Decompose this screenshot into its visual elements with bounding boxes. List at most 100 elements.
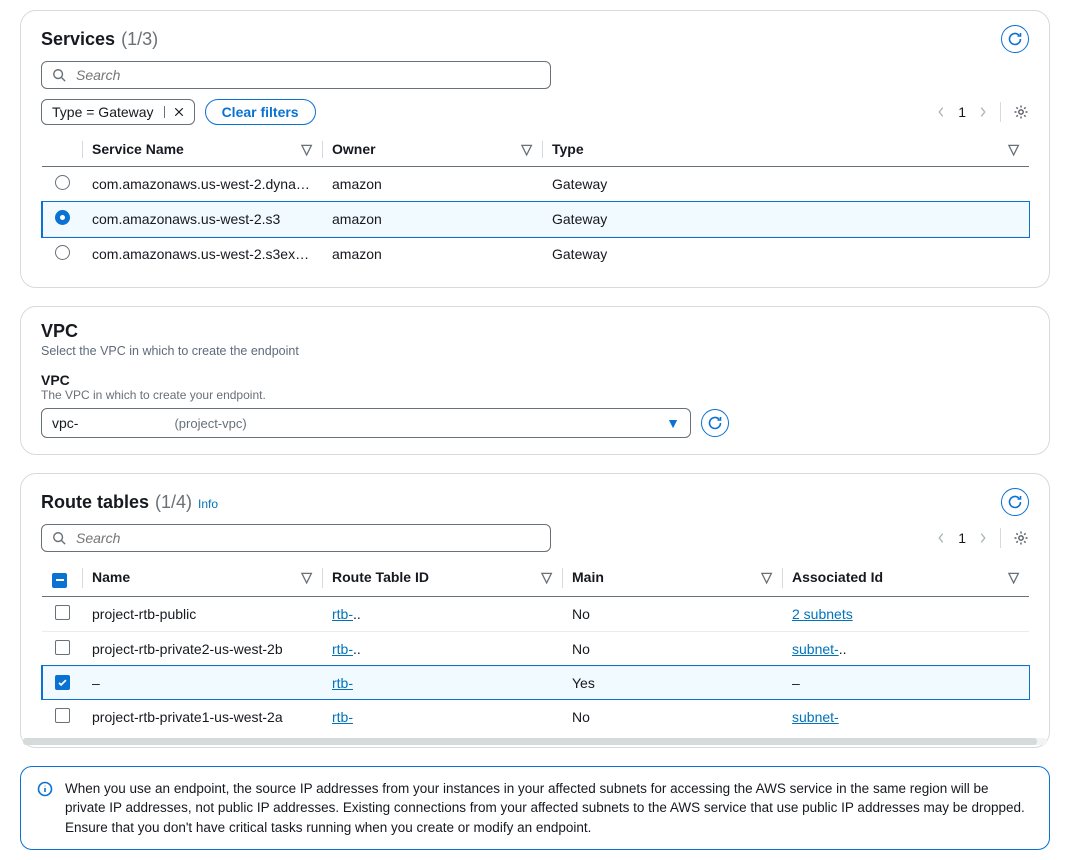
service-type-cell: Gateway xyxy=(542,237,1029,272)
service-radio[interactable] xyxy=(55,210,70,225)
route-tables-page-number: 1 xyxy=(958,530,966,546)
route-tables-col-assoc[interactable]: Associated Id▽ xyxy=(782,560,1029,596)
rt-assoc-cell: subnet- xyxy=(782,699,1029,734)
route-tables-col-main[interactable]: Main▽ xyxy=(562,560,782,596)
divider xyxy=(1000,528,1001,548)
rt-main-cell: No xyxy=(562,596,782,631)
clear-filters-button[interactable]: Clear filters xyxy=(205,99,316,125)
info-alert: When you use an endpoint, the source IP … xyxy=(20,766,1050,851)
vpc-field-label: VPC xyxy=(41,372,1029,388)
route-tables-count: (1/4) xyxy=(155,492,192,513)
vpc-refresh-button[interactable] xyxy=(701,409,729,437)
rt-main-cell: No xyxy=(562,631,782,666)
services-search[interactable] xyxy=(41,61,551,89)
service-owner-cell: amazon xyxy=(322,237,542,272)
service-radio[interactable] xyxy=(55,175,70,190)
caret-down-icon: ▼ xyxy=(666,415,680,431)
assoc-link[interactable]: subnet- xyxy=(792,709,839,725)
table-row[interactable]: project-rtb-private1-us-west-2artb-Nosub… xyxy=(42,699,1029,734)
table-row[interactable]: com.amazonaws.us-west-2.s3amazonGateway xyxy=(42,202,1029,237)
refresh-icon xyxy=(707,415,723,431)
rt-id-link[interactable]: rtb- xyxy=(332,675,353,691)
rt-id-link[interactable]: rtb- xyxy=(332,606,353,622)
horizontal-scrollbar[interactable] xyxy=(23,738,1047,745)
route-tables-prev-page[interactable] xyxy=(936,531,946,545)
route-tables-panel: Route tables (1/4) Info 1 xyxy=(20,473,1050,748)
route-tables-col-select[interactable] xyxy=(42,560,82,596)
select-all-checkbox[interactable] xyxy=(52,573,67,588)
services-next-page[interactable] xyxy=(978,105,988,119)
row-checkbox[interactable] xyxy=(55,640,70,655)
route-tables-col-name[interactable]: Name▽ xyxy=(82,560,322,596)
services-title: Services (1/3) xyxy=(41,29,158,50)
services-filter-token: Type = Gateway xyxy=(41,99,195,125)
refresh-icon xyxy=(1007,494,1023,510)
route-tables-title-text: Route tables xyxy=(41,492,149,513)
close-icon xyxy=(173,106,185,118)
table-row[interactable]: project-rtb-publicrtb-..No 2 subnets xyxy=(42,596,1029,631)
route-tables-search-input[interactable] xyxy=(74,529,540,547)
rt-id-cell: rtb-.. xyxy=(322,596,562,631)
vpc-title: VPC xyxy=(41,321,1029,342)
service-name-cell: com.amazonaws.us-west-2.dynamodb xyxy=(82,167,322,202)
rt-assoc-cell: subnet-.. xyxy=(782,631,1029,666)
chevron-left-icon xyxy=(936,531,946,545)
route-tables-refresh-button[interactable] xyxy=(1001,488,1029,516)
divider xyxy=(1000,102,1001,122)
services-col-type[interactable]: Type▽ xyxy=(542,133,1029,167)
rt-assoc-cell: 2 subnets xyxy=(782,596,1029,631)
services-table: Service Name▽ Owner▽ Type▽ com.amazonaws… xyxy=(41,133,1029,271)
vpc-selected-alias: (project-vpc) xyxy=(84,416,246,431)
table-row[interactable]: com.amazonaws.us-west-2.s3expressamazonG… xyxy=(42,237,1029,272)
chevron-left-icon xyxy=(936,105,946,119)
vpc-field-hint: The VPC in which to create your endpoint… xyxy=(41,388,1029,402)
rt-id-link[interactable]: rtb- xyxy=(332,641,353,657)
services-search-input[interactable] xyxy=(74,66,540,84)
search-icon xyxy=(52,531,66,545)
vpc-subtitle: Select the VPC in which to create the en… xyxy=(41,344,1029,358)
route-tables-table: Name▽ Route Table ID▽ Main▽ Associated I… xyxy=(41,560,1029,734)
services-refresh-button[interactable] xyxy=(1001,25,1029,53)
route-tables-search[interactable] xyxy=(41,524,551,552)
rt-name-cell: project-rtb-private2-us-west-2b xyxy=(82,631,322,666)
gear-icon xyxy=(1013,530,1029,546)
service-radio[interactable] xyxy=(55,245,70,260)
services-col-name[interactable]: Service Name▽ xyxy=(82,133,322,167)
route-tables-info-link[interactable]: Info xyxy=(198,497,218,511)
gear-icon xyxy=(1013,104,1029,120)
filter-token-remove[interactable] xyxy=(164,106,194,118)
table-row[interactable]: project-rtb-private2-us-west-2brtb-..Nos… xyxy=(42,631,1029,666)
service-type-cell: Gateway xyxy=(542,202,1029,237)
vpc-select[interactable]: vpc- (project-vpc) ▼ xyxy=(41,408,691,438)
chevron-right-icon xyxy=(978,105,988,119)
rt-id-link[interactable]: rtb- xyxy=(332,709,353,725)
service-owner-cell: amazon xyxy=(322,167,542,202)
refresh-icon xyxy=(1007,31,1023,47)
rt-id-cell: rtb-.. xyxy=(322,631,562,666)
vpc-panel: VPC Select the VPC in which to create th… xyxy=(20,306,1050,455)
vpc-selected-id: vpc- xyxy=(52,415,78,431)
service-name-cell: com.amazonaws.us-west-2.s3 xyxy=(82,202,322,237)
assoc-link[interactable]: 2 subnets xyxy=(792,606,853,622)
route-tables-col-id[interactable]: Route Table ID▽ xyxy=(322,560,562,596)
service-type-cell: Gateway xyxy=(542,167,1029,202)
row-checkbox[interactable] xyxy=(55,675,70,690)
rt-id-cell: rtb- xyxy=(322,699,562,734)
table-row[interactable]: com.amazonaws.us-west-2.dynamodbamazonGa… xyxy=(42,167,1029,202)
assoc-link[interactable]: subnet- xyxy=(792,641,839,657)
rt-main-cell: No xyxy=(562,699,782,734)
services-col-owner[interactable]: Owner▽ xyxy=(322,133,542,167)
services-prev-page[interactable] xyxy=(936,105,946,119)
rt-name-cell: project-rtb-public xyxy=(82,596,322,631)
services-page-number: 1 xyxy=(958,104,966,120)
assoc-text: – xyxy=(792,675,800,691)
chevron-right-icon xyxy=(978,531,988,545)
services-settings-button[interactable] xyxy=(1013,104,1029,120)
route-tables-next-page[interactable] xyxy=(978,531,988,545)
row-checkbox[interactable] xyxy=(55,708,70,723)
row-checkbox[interactable] xyxy=(55,605,70,620)
services-paginator: 1 xyxy=(936,102,1029,122)
info-alert-text: When you use an endpoint, the source IP … xyxy=(65,781,1025,835)
route-tables-settings-button[interactable] xyxy=(1013,530,1029,546)
service-owner-cell: amazon xyxy=(322,202,542,237)
